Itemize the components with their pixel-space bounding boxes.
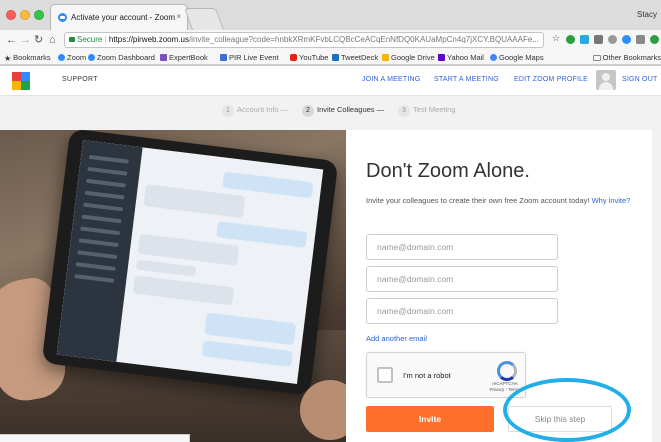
progress-steps: 1 Account Info — 2 Invite Colleagues — 3 Te… <box>0 104 661 118</box>
recaptcha-links[interactable]: Privacy - Terms <box>490 387 521 392</box>
skip-step-button[interactable]: Skip this step <box>508 406 612 432</box>
bookmark-item[interactable]: Yahoo Mail <box>438 53 484 62</box>
maximize-window-button[interactable] <box>34 10 44 20</box>
tablet-illustration <box>41 130 339 396</box>
bookmark-star-icon[interactable]: ☆ <box>552 33 561 43</box>
new-tab-button[interactable] <box>183 8 225 30</box>
zoom-support-logo-icon[interactable] <box>12 72 30 90</box>
reload-icon[interactable]: ↻ <box>34 33 43 47</box>
email-field[interactable] <box>366 234 558 260</box>
tablet-photo <box>0 130 346 442</box>
extension-icon[interactable] <box>650 35 659 44</box>
zoom-favicon-icon <box>58 13 67 22</box>
browser-profile-name[interactable]: Stacy <box>637 10 657 19</box>
zoom-page: SUPPORT JOIN A MEETING START A MEETING E… <box>0 66 661 442</box>
edit-profile-link[interactable]: EDIT ZOOM PROFILE <box>514 76 588 83</box>
other-bookmarks[interactable]: Other Bookmarks <box>592 53 661 62</box>
support-label[interactable]: SUPPORT <box>62 76 98 83</box>
url-host: https://pirweb.zoom.us <box>108 35 189 44</box>
star-icon: ★ <box>4 54 12 63</box>
avatar[interactable] <box>596 70 616 90</box>
extension-icon[interactable] <box>580 35 589 44</box>
recaptcha-brand: reCAPTCHA Privacy - Terms <box>489 381 521 392</box>
back-arrow-icon[interactable]: ← <box>6 33 17 47</box>
step-test-meeting: 3 Test Meeting <box>398 104 456 117</box>
email-field[interactable] <box>366 266 558 292</box>
folder-icon <box>592 55 601 61</box>
recaptcha-logo-icon <box>495 361 517 381</box>
bookmark-item[interactable]: PIR Live Event <box>220 53 279 62</box>
bookmark-item[interactable]: TweetDeck <box>332 53 378 62</box>
bookmark-item[interactable]: Zoom <box>58 53 86 62</box>
recaptcha-checkbox[interactable] <box>377 367 393 383</box>
expertbook-icon <box>160 54 167 61</box>
forward-arrow-icon[interactable]: → <box>20 33 31 47</box>
why-invite-link[interactable]: Why invite? <box>592 196 631 205</box>
tab-title: Activate your account - Zoom <box>71 13 176 22</box>
close-window-button[interactable] <box>6 10 16 20</box>
join-meeting-link[interactable]: JOIN A MEETING <box>362 76 420 83</box>
start-meeting-link[interactable]: START A MEETING <box>434 76 499 83</box>
step-invite-colleagues: 2 Invite Colleagues — <box>302 104 384 117</box>
bookmark-item[interactable]: Google Maps <box>490 53 544 62</box>
browser-toolbar: ← → ↻ ⌂ Secure | https://pirweb.zoom.us/… <box>0 30 661 50</box>
add-another-email-link[interactable]: Add another email <box>366 334 427 343</box>
extension-icon[interactable] <box>594 35 603 44</box>
secure-label: Secure <box>77 35 103 44</box>
tweetdeck-icon <box>332 54 339 61</box>
url-path: /invite_colleague?code=hnbkXRmKFvbLCQBcC… <box>188 35 539 44</box>
google-icon <box>490 54 497 61</box>
bookmarks-bar: ★ Bookmarks Zoom Zoom Dashboard ExpertBoo… <box>0 50 661 65</box>
extension-icon[interactable] <box>636 35 645 44</box>
page-title: Don't Zoom Alone. <box>366 160 530 182</box>
bookmark-item[interactable]: YouTube <box>290 53 328 62</box>
address-bar[interactable]: Secure | https://pirweb.zoom.us/invite_c… <box>64 32 544 48</box>
invite-button[interactable]: Invite <box>366 406 494 432</box>
invite-card: Don't Zoom Alone. Invite your colleagues… <box>0 130 652 442</box>
bookmark-item[interactable]: Google Drive <box>382 53 435 62</box>
recaptcha-widget: I'm not a robot reCAPTCHA Privacy - Terms <box>366 352 526 398</box>
email-field[interactable] <box>366 298 558 324</box>
recaptcha-label: I'm not a robot <box>403 371 451 380</box>
browser-status-bar <box>0 434 190 442</box>
page-subtitle: Invite your colleagues to create their o… <box>366 196 631 205</box>
zoom-icon <box>58 54 65 61</box>
extension-icon[interactable] <box>566 35 575 44</box>
step-account-info: 1 Account Info — <box>222 104 288 117</box>
bookmark-item[interactable]: ★ Bookmarks <box>4 53 51 63</box>
yahoo-icon <box>438 54 445 61</box>
drive-icon <box>382 54 389 61</box>
browser-tab[interactable]: Activate your account - Zoom × <box>50 4 188 30</box>
youtube-icon <box>290 54 297 61</box>
bookmark-item[interactable]: ExpertBook <box>160 53 208 62</box>
flag-icon <box>220 54 227 61</box>
browser-tab-bar: Activate your account - Zoom × Stacy <box>0 0 661 30</box>
tab-close-icon[interactable]: × <box>176 12 181 21</box>
sign-out-link[interactable]: SIGN OUT <box>622 76 657 83</box>
home-icon[interactable]: ⌂ <box>49 33 56 47</box>
invite-form: Don't Zoom Alone. Invite your colleagues… <box>346 130 652 442</box>
bookmark-item[interactable]: Zoom Dashboard <box>88 53 155 62</box>
site-header: SUPPORT JOIN A MEETING START A MEETING E… <box>0 66 661 96</box>
lock-icon <box>69 37 75 42</box>
zoom-icon <box>88 54 95 61</box>
minimize-window-button[interactable] <box>20 10 30 20</box>
zoom-extension-icon[interactable] <box>622 35 631 44</box>
extension-icon[interactable] <box>608 35 617 44</box>
